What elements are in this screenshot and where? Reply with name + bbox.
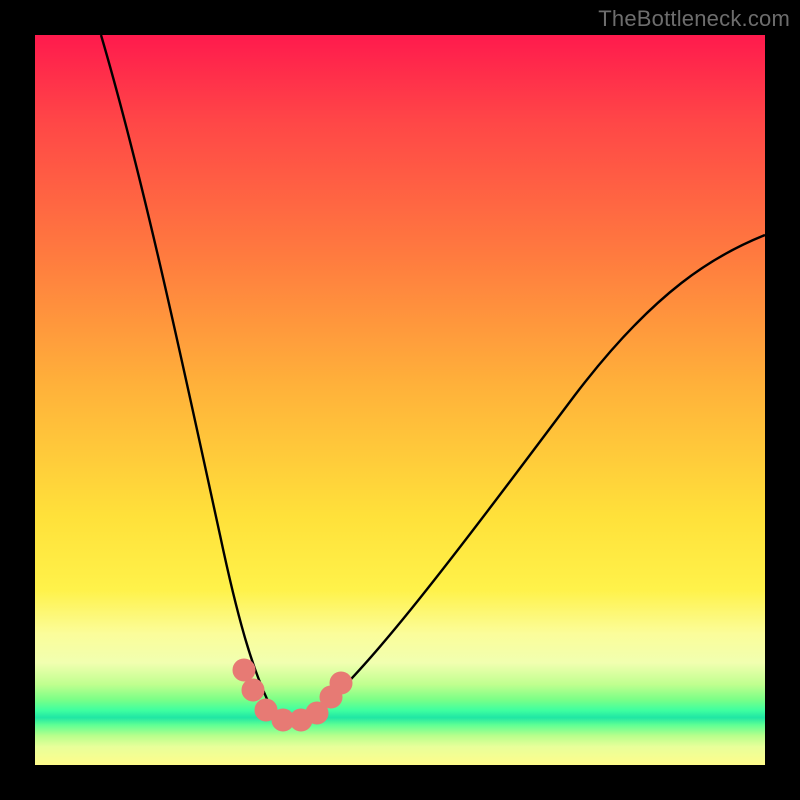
curve-right-branch [311,235,765,717]
marker-2 [242,679,264,701]
valley-markers [233,659,352,731]
marker-8 [330,672,352,694]
curve-left-branch [101,35,275,715]
marker-1 [233,659,255,681]
chart-frame: TheBottleneck.com [0,0,800,800]
watermark-text: TheBottleneck.com [598,6,790,32]
curve-layer [35,35,765,765]
